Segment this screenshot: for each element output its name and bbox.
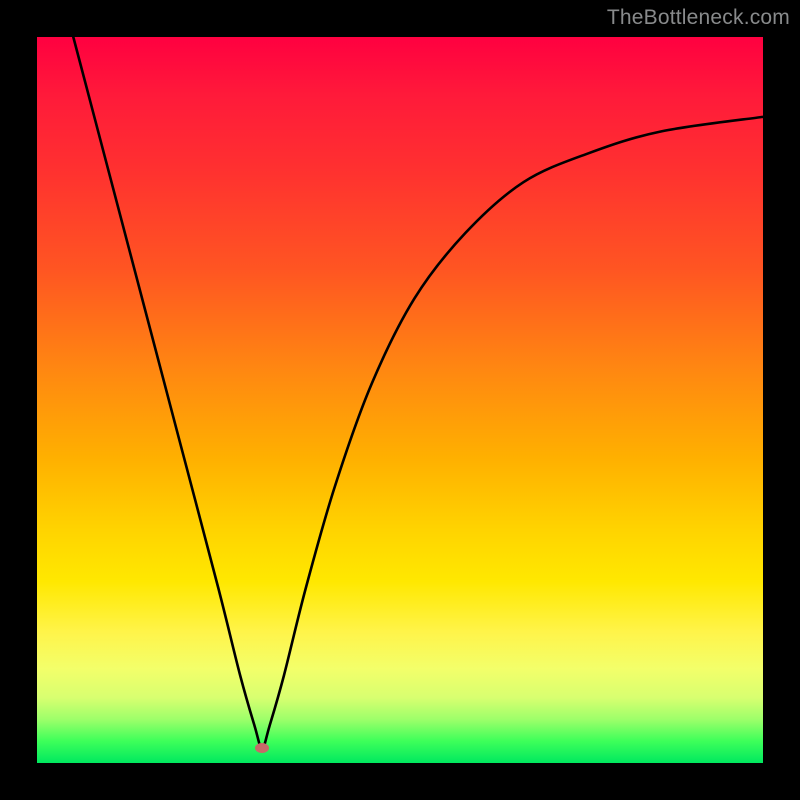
plot-area xyxy=(37,37,763,763)
bottleneck-curve xyxy=(37,37,763,763)
curve-path xyxy=(73,37,763,748)
chart-frame: TheBottleneck.com xyxy=(0,0,800,800)
watermark-text: TheBottleneck.com xyxy=(607,6,790,30)
